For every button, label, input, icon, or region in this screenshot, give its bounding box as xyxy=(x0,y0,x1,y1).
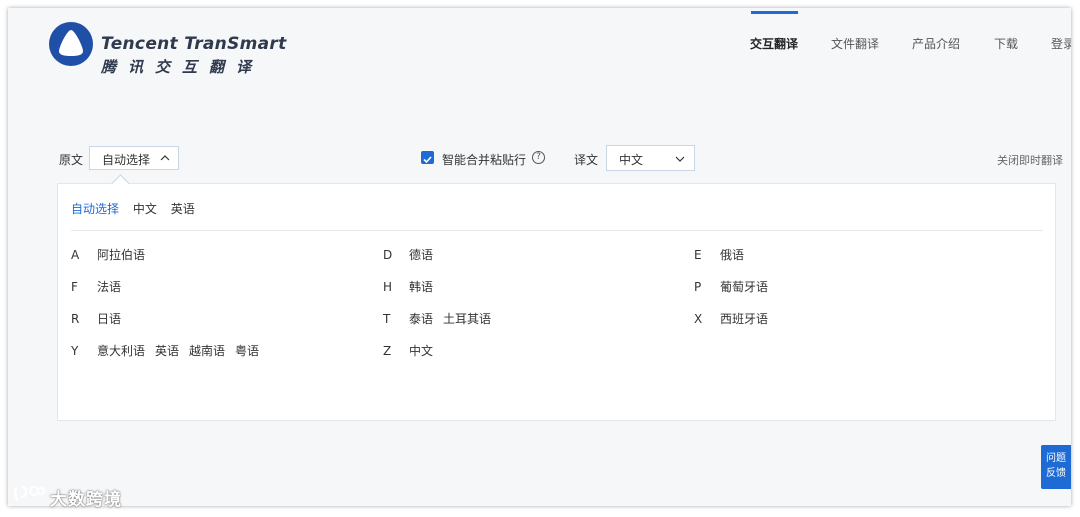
chevron-down-icon xyxy=(675,156,685,162)
nav-item-login[interactable]: 登录 xyxy=(1051,35,1071,52)
lang-group-x: X 西班牙语 xyxy=(694,310,778,327)
merge-paste-label[interactable]: 智能合并粘贴行 xyxy=(442,151,526,168)
lang-option[interactable]: 越南语 xyxy=(189,344,225,358)
language-dropdown-panel: 自动选择 中文 英语 A 阿拉伯语 D 德语 E 俄语 F 法语 H 韩语 P 葡萄牙语 R… xyxy=(57,183,1056,421)
quick-language-list: 自动选择 中文 英语 xyxy=(71,200,205,217)
dropdown-divider xyxy=(71,230,1043,231)
lang-group-f: F 法语 xyxy=(71,278,131,295)
quick-lang-english[interactable]: 英语 xyxy=(171,202,195,216)
lang-option[interactable]: 英语 xyxy=(155,344,179,358)
lang-group-e: E 俄语 xyxy=(694,246,754,263)
group-letter: F xyxy=(71,280,78,294)
lang-group-r: R 日语 xyxy=(71,310,131,327)
check-icon xyxy=(423,156,432,164)
lang-option[interactable]: 日语 xyxy=(97,312,121,326)
help-icon[interactable]: ? xyxy=(532,151,545,164)
nav-active-indicator xyxy=(751,11,798,14)
lang-option[interactable]: 韩语 xyxy=(409,280,433,294)
lang-option[interactable]: 中文 xyxy=(409,344,433,358)
feedback-line-2: 反馈 xyxy=(1046,468,1066,479)
group-letter: T xyxy=(383,312,391,326)
lang-option[interactable]: 粤语 xyxy=(235,344,259,358)
nav-item-file-translate[interactable]: 文件翻译 xyxy=(831,35,879,52)
lang-option[interactable]: 阿拉伯语 xyxy=(97,248,145,262)
lang-option[interactable]: 德语 xyxy=(409,248,433,262)
chevron-up-icon xyxy=(160,155,170,161)
lang-group-d: D 德语 xyxy=(383,246,443,263)
brand-name-cn: 腾讯交互翻译 xyxy=(101,58,264,76)
lang-group-y: Y 意大利语 英语 越南语 粤语 xyxy=(71,342,269,359)
quick-lang-chinese[interactable]: 中文 xyxy=(133,202,157,216)
close-instant-translate-link[interactable]: 关闭即时翻译 xyxy=(997,152,1063,168)
app-window: Tencent TranSmart 腾讯交互翻译 交互翻译 文件翻译 产品介绍 … xyxy=(8,8,1071,506)
group-letter: A xyxy=(71,248,80,262)
target-language-select[interactable]: 中文 xyxy=(606,145,695,171)
watermark-text: 大数跨境 xyxy=(50,490,122,510)
group-letter: E xyxy=(694,248,702,262)
source-language-value: 自动选择 xyxy=(102,153,151,167)
lang-option[interactable]: 俄语 xyxy=(720,248,744,262)
lang-option[interactable]: 意大利语 xyxy=(97,344,145,358)
merge-paste-checkbox[interactable] xyxy=(421,151,434,164)
lang-group-a: A 阿拉伯语 xyxy=(71,246,155,263)
lang-option[interactable]: 葡萄牙语 xyxy=(720,280,768,294)
brand-name-en: Tencent TranSmart xyxy=(101,34,287,54)
feedback-button[interactable]: 问题 反馈 xyxy=(1041,445,1071,489)
source-language-select[interactable]: 自动选择 xyxy=(89,146,179,170)
lang-option[interactable]: 西班牙语 xyxy=(720,312,768,326)
lang-group-t: T 泰语 土耳其语 xyxy=(383,310,501,327)
quick-lang-auto[interactable]: 自动选择 xyxy=(71,202,119,216)
nav-item-download[interactable]: 下载 xyxy=(994,35,1018,52)
target-label: 译文 xyxy=(574,153,599,167)
transmart-logo-icon xyxy=(49,22,93,66)
group-letter: Y xyxy=(71,344,79,358)
source-label: 原文 xyxy=(59,153,84,167)
lang-option[interactable]: 泰语 xyxy=(409,312,433,326)
group-letter: P xyxy=(694,280,702,294)
group-letter: D xyxy=(383,248,393,262)
lang-group-h: H 韩语 xyxy=(383,278,443,295)
lang-group-z: Z 中文 xyxy=(383,342,443,359)
lang-option[interactable]: 土耳其语 xyxy=(443,312,491,326)
nav-item-product-intro[interactable]: 产品介绍 xyxy=(912,35,960,52)
brand-logo[interactable]: Tencent TranSmart 腾讯交互翻译 xyxy=(48,21,288,76)
lang-group-p: P 葡萄牙语 xyxy=(694,278,778,295)
watermark-icon xyxy=(14,485,45,502)
target-language-value: 中文 xyxy=(619,153,644,167)
group-letter: Z xyxy=(383,344,392,358)
lang-option[interactable]: 法语 xyxy=(97,280,121,294)
group-letter: X xyxy=(694,312,703,326)
group-letter: H xyxy=(383,280,393,294)
group-letter: R xyxy=(71,312,80,326)
feedback-line-1: 问题 xyxy=(1046,453,1066,464)
nav-item-interactive-translate[interactable]: 交互翻译 xyxy=(750,35,798,52)
